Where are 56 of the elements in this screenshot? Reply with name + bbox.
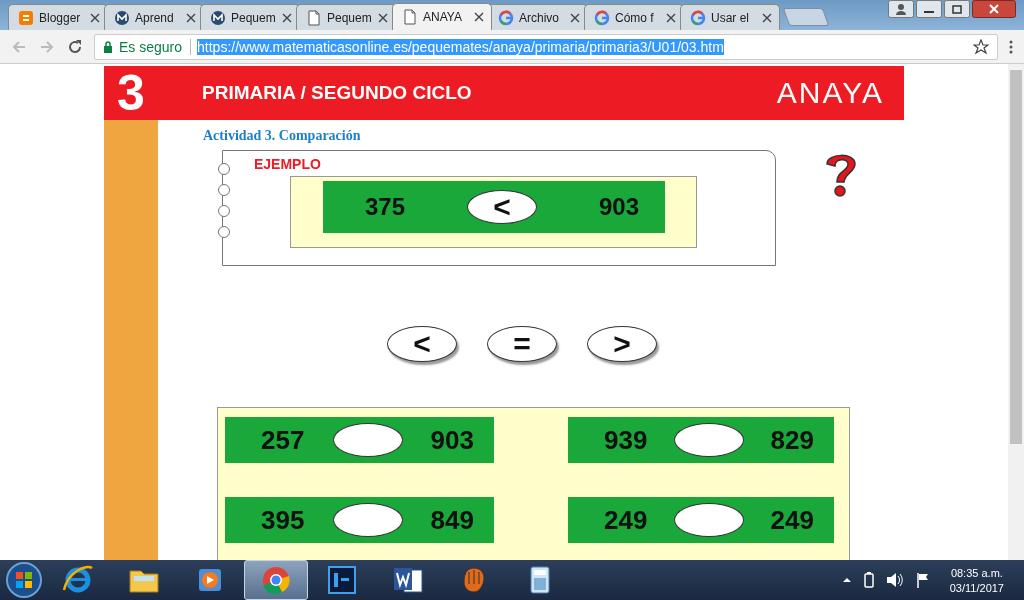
lock-icon	[103, 40, 113, 53]
close-icon[interactable]	[972, 0, 1016, 18]
clock-date[interactable]: 03/11/2017	[949, 581, 1004, 594]
symbol-button[interactable]: >	[587, 326, 657, 362]
close-icon[interactable]	[762, 12, 772, 23]
example-label: EJEMPLO	[254, 156, 321, 172]
number: 395	[261, 504, 305, 536]
scrollbar[interactable]	[1008, 64, 1024, 560]
m-logo-icon	[210, 9, 226, 26]
reload-icon[interactable]	[66, 37, 84, 56]
number: 257	[261, 424, 305, 456]
google-icon	[498, 9, 514, 26]
caret-icon[interactable]	[841, 575, 852, 585]
page-icon	[402, 9, 418, 25]
battery-icon[interactable]	[863, 572, 874, 588]
number: 249	[770, 504, 814, 536]
blogger-icon	[18, 9, 34, 26]
star-icon[interactable]	[973, 38, 989, 55]
close-icon[interactable]	[186, 12, 196, 23]
number: 903	[430, 424, 474, 456]
browser-tab[interactable]: Usar el	[680, 4, 780, 30]
comparison-symbol: <	[467, 190, 537, 224]
close-icon[interactable]	[474, 12, 484, 22]
restore-icon[interactable]	[944, 0, 970, 18]
number: 903	[598, 193, 639, 221]
close-icon[interactable]	[666, 12, 676, 23]
speaker-icon[interactable]	[885, 572, 904, 588]
page-icon	[306, 9, 322, 26]
close-icon[interactable]	[90, 12, 100, 23]
start-button[interactable]	[4, 560, 44, 600]
clock-time[interactable]: 08:35 a.m.	[950, 566, 1003, 579]
m-logo-icon	[114, 9, 130, 26]
minimize-icon[interactable]	[916, 0, 942, 18]
scrollbar-thumb[interactable]	[1010, 70, 1022, 444]
browser-tab[interactable]: ANAYA	[392, 3, 492, 30]
grade-number: 3	[116, 66, 146, 120]
symbol-button[interactable]: <	[387, 326, 457, 362]
number: 829	[770, 424, 814, 456]
number: 375	[365, 193, 406, 221]
google-icon	[594, 9, 610, 26]
symbol-button[interactable]: =	[487, 326, 557, 362]
header-title: PRIMARIA / SEGUNDO CICLO	[202, 82, 473, 104]
google-icon	[690, 9, 706, 26]
menu-icon[interactable]	[1008, 38, 1014, 55]
number: 249	[604, 504, 648, 536]
number: 939	[604, 424, 648, 456]
user-icon[interactable]	[888, 0, 914, 18]
flag-icon[interactable]	[915, 572, 930, 588]
security-label: Es seguro	[119, 38, 192, 55]
close-icon[interactable]	[282, 12, 292, 23]
brand-logo: ANAYA	[776, 76, 884, 110]
close-icon[interactable]	[378, 12, 388, 23]
close-icon[interactable]	[570, 12, 580, 23]
address-bar[interactable]: Es seguro https://www.matematicasonline.es/pequemates/anaya/primaria/primaria3/U01/03.htm	[94, 33, 998, 60]
activity-title: Actividad 3. Comparación	[203, 128, 361, 144]
number: 849	[430, 504, 474, 536]
